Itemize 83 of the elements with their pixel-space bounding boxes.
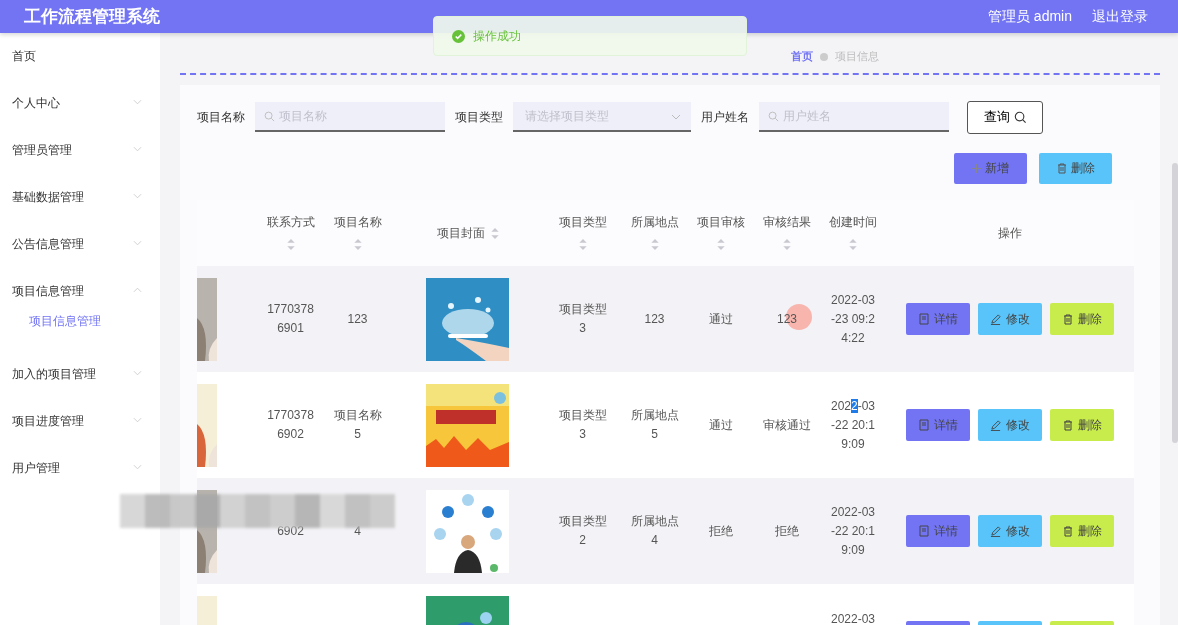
sort-icon[interactable]: [783, 239, 791, 250]
delete-button[interactable]: 删除: [1050, 303, 1114, 335]
sort-icon[interactable]: [650, 239, 659, 250]
pencil-icon: [990, 525, 1001, 537]
table-cell-text: 拒绝: [775, 522, 799, 540]
column-header: 审核结果: [763, 215, 811, 230]
sort-icon[interactable]: [286, 239, 295, 250]
field-label: 用户姓名: [701, 108, 749, 126]
search-icon: [264, 111, 275, 122]
sidebar-item[interactable]: 个人中心: [0, 87, 160, 134]
sidebar-subitem[interactable]: 项目信息管理: [0, 313, 160, 358]
plus-icon: [972, 164, 981, 173]
sort-icon[interactable]: [717, 239, 725, 250]
delete-button[interactable]: 删除: [1050, 515, 1114, 547]
search-button[interactable]: 查询: [967, 100, 1043, 134]
field-label: 项目名称: [197, 108, 245, 126]
scrollbar[interactable]: [1172, 163, 1178, 443]
table-cell-text: 项目名称 5: [333, 407, 382, 443]
column-header: 联系方式: [266, 215, 315, 230]
column-header: 所属地点: [630, 215, 679, 230]
column-header: 操作: [998, 225, 1022, 241]
sidebar-item[interactable]: 项目进度管理: [0, 405, 160, 452]
table-cell-text: 项目类型 3: [558, 407, 607, 443]
sort-icon[interactable]: [490, 227, 499, 239]
logout-link[interactable]: 退出登录: [1092, 7, 1148, 26]
table-cell-text: 项目类型 3: [558, 301, 607, 337]
trash-icon: [1062, 313, 1073, 325]
table-cell-text: 所属地点 5: [630, 407, 679, 443]
sidebar-item[interactable]: 项目信息管理: [0, 275, 160, 313]
column-header: 创建时间: [829, 215, 877, 230]
sidebar-item[interactable]: 公告信息管理: [0, 228, 160, 275]
document-icon: [918, 419, 929, 431]
table-cell-text: 2022-03 -23 09:2 4:22: [830, 291, 875, 347]
table-cell-text: 通过: [709, 416, 733, 434]
document-icon: [918, 313, 929, 325]
chevron-icon: [671, 114, 681, 120]
sort-icon[interactable]: [849, 239, 857, 250]
table-cell-text: 123: [777, 310, 797, 328]
delete-button[interactable]: 删除: [1050, 409, 1114, 441]
table-cell-text: 6902: [277, 522, 304, 540]
table-cell-text: 123: [347, 310, 368, 328]
separator-icon: [819, 52, 829, 62]
sidebar-item[interactable]: 加入的项目管理: [0, 358, 160, 405]
table-cell-text: 通过: [709, 310, 733, 328]
delete-button[interactable]: 删除: [1039, 153, 1112, 184]
column-header: 项目封面: [436, 225, 485, 241]
table-cell-text: 审核通过: [763, 416, 811, 434]
trash-icon: [1062, 525, 1073, 537]
edit-button[interactable]: 修改: [978, 409, 1042, 441]
field-label: 项目类型: [455, 108, 503, 126]
sidebar-item[interactable]: 首页: [0, 40, 160, 87]
trash-icon: [1056, 163, 1067, 174]
sidebar-item[interactable]: 管理员管理: [0, 134, 160, 181]
column-header: 项目审核: [697, 215, 745, 230]
table-cell-text: 项目类型 2: [558, 513, 607, 549]
table-cell-text: 所属地点 4: [630, 513, 679, 549]
breadcrumb-link[interactable]: 首页: [791, 49, 813, 73]
column-header: 项目名称: [333, 215, 382, 230]
sidebar-item[interactable]: 基础数据管理: [0, 181, 160, 228]
sort-icon[interactable]: [578, 239, 587, 250]
table-cell-text: 1770378 6902: [267, 407, 314, 443]
app-title: 工作流程管理系统: [24, 6, 160, 28]
search-icon: [768, 111, 779, 122]
trash-icon: [1062, 419, 1073, 431]
table-cell-text: 2022-03 -22 20:1 9:09: [830, 503, 875, 559]
edit-button[interactable]: 修改: [978, 303, 1042, 335]
table-cell-text: 2022-03 -22 20:1 9:09: [830, 397, 876, 453]
user-name: 管理员 admin: [987, 7, 1072, 26]
check-icon: [452, 29, 465, 43]
sidebar-item[interactable]: 用户管理: [0, 452, 160, 499]
table-cell-text: 123: [644, 310, 665, 328]
pencil-icon: [990, 313, 1001, 325]
sort-icon[interactable]: [353, 239, 362, 250]
table-cell-text: 2022-03: [830, 611, 875, 625]
edit-button[interactable]: 修改: [978, 515, 1042, 547]
pencil-icon: [990, 419, 1001, 431]
search-icon: [1013, 110, 1027, 124]
document-icon: [918, 525, 929, 537]
column-header: 项目类型: [558, 215, 607, 230]
table-cell-text: 拒绝: [709, 522, 733, 540]
toast-message: 操作成功: [473, 27, 521, 45]
table-cell-text: 4: [354, 522, 361, 540]
table-cell-text: 1770378 6901: [267, 301, 314, 337]
